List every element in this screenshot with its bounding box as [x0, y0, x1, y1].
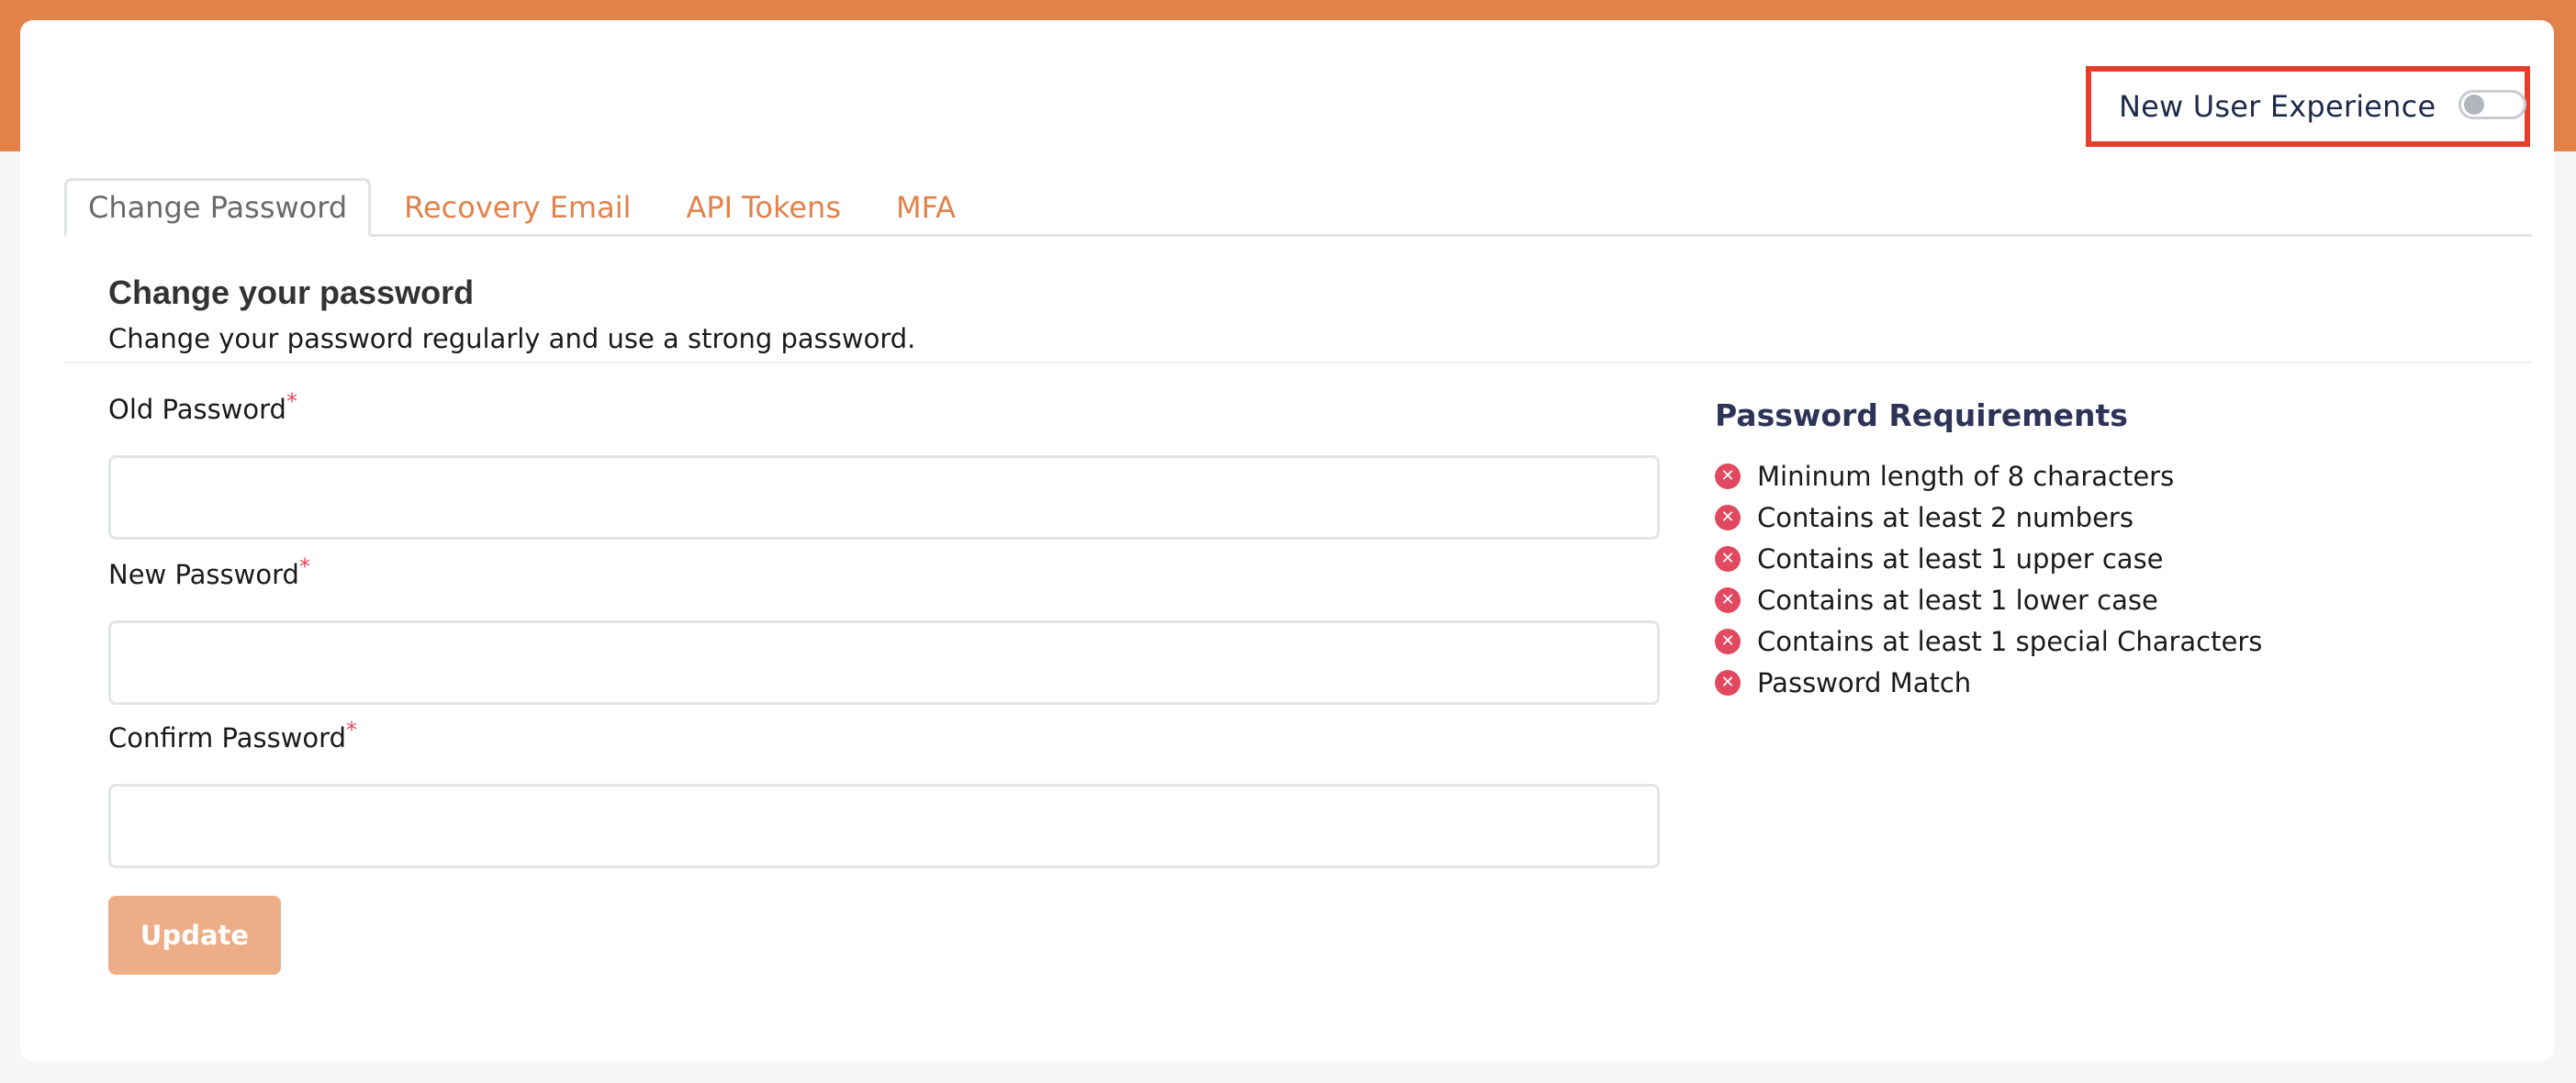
old-password-field: Old Password*	[108, 390, 1660, 540]
new-user-experience-highlight: New User Experience	[2086, 66, 2530, 147]
requirement-item: ✕ Contains at least 1 special Characters	[1715, 620, 2449, 662]
password-requirements-panel: Password Requirements ✕ Mininum length o…	[1715, 393, 2449, 703]
x-circle-icon: ✕	[1715, 545, 1741, 572]
required-marker: *	[345, 717, 357, 743]
requirement-label: Contains at least 2 numbers	[1757, 501, 2134, 533]
confirm-password-label: Confirm Password*	[108, 719, 357, 754]
password-requirements-list: ✕ Mininum length of 8 characters ✕ Conta…	[1715, 455, 2449, 703]
tab-api-tokens[interactable]: API Tokens	[664, 178, 863, 237]
new-password-label-text: New Password	[108, 559, 299, 590]
tab-change-password[interactable]: Change Password	[64, 178, 372, 237]
new-password-label: New Password*	[108, 555, 310, 590]
requirement-label: Contains at least 1 upper case	[1757, 542, 2164, 575]
requirement-label: Mininum length of 8 characters	[1757, 460, 2175, 492]
confirm-password-input[interactable]	[108, 784, 1660, 868]
old-password-label: Old Password*	[108, 390, 297, 425]
new-user-experience-label: New User Experience	[2119, 89, 2436, 124]
settings-card: New User Experience Change Password Reco…	[20, 20, 2554, 1061]
new-password-input[interactable]	[108, 620, 1660, 705]
requirement-item: ✕ Password Match	[1715, 662, 2449, 703]
required-marker: *	[286, 388, 297, 415]
section-subtitle: Change your password regularly and use a…	[108, 323, 916, 354]
old-password-label-text: Old Password	[108, 394, 286, 425]
password-requirements-title: Password Requirements	[1715, 397, 2128, 433]
confirm-password-label-text: Confirm Password	[108, 722, 346, 754]
section-divider	[64, 362, 2532, 363]
requirement-item: ✕ Contains at least 1 upper case	[1715, 538, 2449, 579]
requirement-item: ✕ Contains at least 1 lower case	[1715, 579, 2449, 620]
x-circle-icon: ✕	[1715, 463, 1741, 489]
tab-mfa[interactable]: MFA	[874, 178, 978, 237]
x-circle-icon: ✕	[1715, 504, 1741, 530]
update-button[interactable]: Update	[108, 896, 281, 975]
toggle-knob	[2464, 95, 2484, 115]
old-password-input[interactable]	[108, 455, 1660, 540]
new-password-field: New Password*	[108, 555, 1660, 705]
settings-tabs: Change Password Recovery Email API Token…	[64, 160, 2532, 237]
section-title: Change your password	[108, 274, 475, 311]
required-marker: *	[298, 553, 310, 580]
confirm-password-field: Confirm Password*	[108, 719, 1660, 868]
requirement-label: Password Match	[1757, 666, 1972, 698]
tab-recovery-email[interactable]: Recovery Email	[382, 178, 653, 237]
requirement-item: ✕ Mininum length of 8 characters	[1715, 455, 2449, 497]
x-circle-icon: ✕	[1715, 669, 1741, 696]
x-circle-icon: ✕	[1715, 586, 1741, 613]
requirement-item: ✕ Contains at least 2 numbers	[1715, 497, 2449, 538]
new-user-experience-toggle[interactable]	[2458, 90, 2526, 119]
x-circle-icon: ✕	[1715, 628, 1741, 654]
requirement-label: Contains at least 1 lower case	[1757, 584, 2158, 616]
requirement-label: Contains at least 1 special Characters	[1757, 625, 2263, 657]
